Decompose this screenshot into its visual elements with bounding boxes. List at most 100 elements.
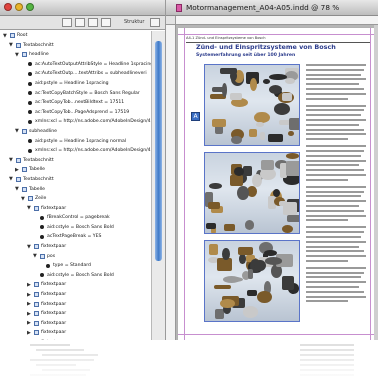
component-part	[248, 269, 254, 279]
component-part	[286, 153, 299, 159]
disclosure-closed-icon[interactable]: ▶	[27, 311, 32, 317]
tree-row[interactable]: ac:AutoTextOutputAttribStyle = Headline …	[0, 60, 154, 70]
add-attribute-icon[interactable]	[75, 18, 85, 27]
tree-row[interactable]: aid:pstyle = Headline 1spracing normal	[0, 137, 150, 147]
minimize-button[interactable]	[15, 3, 23, 11]
tree-row[interactable]: ▼ Textabschnitt	[0, 156, 150, 166]
tree-row[interactable]: ▶ fixtextpaar	[0, 328, 150, 338]
tree-row[interactable]: ac:TextCopyBatchStyle = Bosch Sans Regul…	[0, 89, 150, 99]
tree-row[interactable]: fBreakControl = pagebreak	[0, 213, 150, 223]
structure-scroll-thumb[interactable]	[155, 41, 162, 261]
component-part	[250, 78, 258, 92]
tree-row[interactable]: xmlns:xcl = http://ns.adobe.com/AdobeInD…	[0, 146, 151, 156]
tree-row-label: Tabelle	[29, 167, 45, 173]
text-line	[306, 295, 366, 298]
close-button[interactable]	[4, 3, 12, 11]
product-photo[interactable]	[204, 152, 300, 234]
disclosure-open-icon[interactable]: ▼	[9, 43, 14, 48]
disclosure-open-icon[interactable]: ▼	[3, 33, 8, 39]
disclosure-open-icon[interactable]: ▼	[15, 52, 20, 58]
text-line	[306, 133, 366, 136]
horizontal-ruler[interactable]	[176, 16, 378, 25]
tree-row[interactable]: ▼ subheadline	[0, 127, 150, 137]
tree-row[interactable]: aid:cstyle = Bosch Sans Bold	[0, 271, 150, 281]
tree-row[interactable]: ▶ fixtextpaar	[0, 280, 150, 290]
tree-row-label: Textabschnitt	[23, 157, 54, 163]
tree-row[interactable]: ▶ Tabelle	[0, 165, 150, 175]
page-subheading[interactable]: Systemerfahrung seit über 100 Jahren	[196, 53, 295, 59]
structure-scrollbar[interactable]	[151, 31, 165, 340]
disclosure-closed-icon[interactable]: ▶	[27, 292, 32, 298]
component-part	[230, 174, 244, 187]
disclosure-closed-icon[interactable]: ▶	[27, 321, 32, 326]
text-line	[306, 109, 364, 112]
product-photo[interactable]	[204, 64, 300, 146]
tree-row[interactable]: ▼ Root	[0, 31, 150, 41]
body-text-column[interactable]	[306, 64, 366, 307]
tree-row[interactable]: ▼ fixtextpaar	[0, 204, 150, 214]
tree-row-label: headline	[29, 52, 49, 58]
document-page[interactable]: A4-1 Zünd- und Einspritzsysteme von Bosc…	[178, 28, 376, 340]
tree-row-label: Tabelle	[29, 186, 45, 192]
tree-row[interactable]: aid:cstyle = Bosch Sans Bold	[0, 223, 150, 233]
zoom-button[interactable]	[26, 3, 34, 11]
disclosure-open-icon[interactable]: ▼	[27, 206, 32, 211]
tree-row[interactable]: ▼ pos	[0, 252, 150, 262]
ruler-origin[interactable]	[166, 16, 176, 25]
tree-row[interactable]: ▶ fixtextpaar	[0, 309, 150, 319]
tree-row-label: ac:AutoTextOutputAttribStyle = Headline …	[35, 61, 154, 67]
tree-row[interactable]: aid:pstyle = Headline 1spracing	[0, 79, 150, 89]
tree-row[interactable]: ▶ fixtextpaar	[0, 290, 150, 300]
tree-row[interactable]: ac:TextCopyTob...nextBildtext = 17511	[0, 98, 150, 108]
expand-icon[interactable]	[62, 18, 72, 27]
component-part	[209, 182, 223, 190]
disclosure-open-icon[interactable]: ▼	[27, 244, 32, 250]
tree-row[interactable]: type = Standard	[0, 261, 150, 271]
margin-guide	[178, 34, 376, 35]
text-line	[306, 271, 364, 274]
tree-row-label: fixtextpaar	[41, 244, 67, 250]
structure-menu-label[interactable]: Struktur	[124, 18, 144, 27]
tree-row[interactable]: ▼ Zeile	[0, 194, 150, 204]
disclosure-open-icon[interactable]: ▼	[9, 158, 14, 163]
panel-menu-icon[interactable]	[150, 18, 160, 27]
document-scrollbar[interactable]	[374, 25, 378, 340]
tree-row[interactable]: ▶ fixtextpaar	[0, 319, 150, 329]
tree-row[interactable]: acTextPageBreak = YES	[0, 232, 150, 242]
tree-row[interactable]: ac:AutoTextOutp....textAttribs = subhead…	[0, 69, 150, 79]
attribute-icon	[28, 139, 32, 144]
disclosure-open-icon[interactable]: ▼	[15, 129, 20, 134]
disclosure-open-icon[interactable]: ▼	[33, 254, 38, 259]
tree-row-label: Root	[17, 33, 28, 38]
product-photo[interactable]	[204, 240, 300, 322]
attribute-icon	[28, 91, 32, 96]
element-icon	[34, 320, 39, 326]
component-part	[215, 308, 224, 319]
tree-row[interactable]: ▼ Textabschnitt	[0, 41, 150, 51]
disclosure-closed-icon[interactable]: ▶	[27, 330, 32, 336]
disclosure-open-icon[interactable]: ▼	[15, 187, 20, 192]
tree-row[interactable]: ▼ headline	[0, 50, 150, 60]
tree-row[interactable]: ▶ fixtextpaar	[0, 300, 150, 310]
tree-row[interactable]: ac:TextCopyTob...PageAdsprend = 17519	[0, 108, 150, 118]
page-heading[interactable]: Zünd- und Einspritzsysteme von Bosch	[196, 43, 336, 52]
disclosure-closed-icon[interactable]: ▶	[27, 302, 32, 307]
disclosure-open-icon[interactable]: ▼	[9, 177, 14, 182]
frame-tag-icon[interactable]: A	[191, 112, 200, 121]
component-part	[221, 247, 230, 261]
comment-icon[interactable]	[88, 18, 98, 27]
disclosure-open-icon[interactable]: ▼	[21, 196, 26, 202]
disclosure-closed-icon[interactable]: ▶	[27, 282, 32, 288]
vertical-ruler[interactable]	[166, 25, 176, 340]
disclosure-closed-icon[interactable]: ▶	[15, 167, 20, 173]
component-part	[288, 130, 294, 136]
tree-row[interactable]: xmlns:xcl = http://ns.adobe.com/AdobeInD…	[0, 117, 151, 127]
tree-row[interactable]: ▼ Tabelle	[0, 185, 150, 195]
tree-row[interactable]: ▼ fixtextpaar	[0, 242, 150, 252]
structure-tree: ▼ Root ▼ Textabschnitt ▼ headline ac:AutoTextO…	[0, 31, 154, 340]
component-part	[285, 77, 296, 85]
text-line	[306, 255, 366, 258]
component-part	[274, 103, 291, 115]
delete-icon[interactable]	[101, 18, 111, 27]
tree-row[interactable]: ▼ Textabschnitt	[0, 175, 150, 185]
